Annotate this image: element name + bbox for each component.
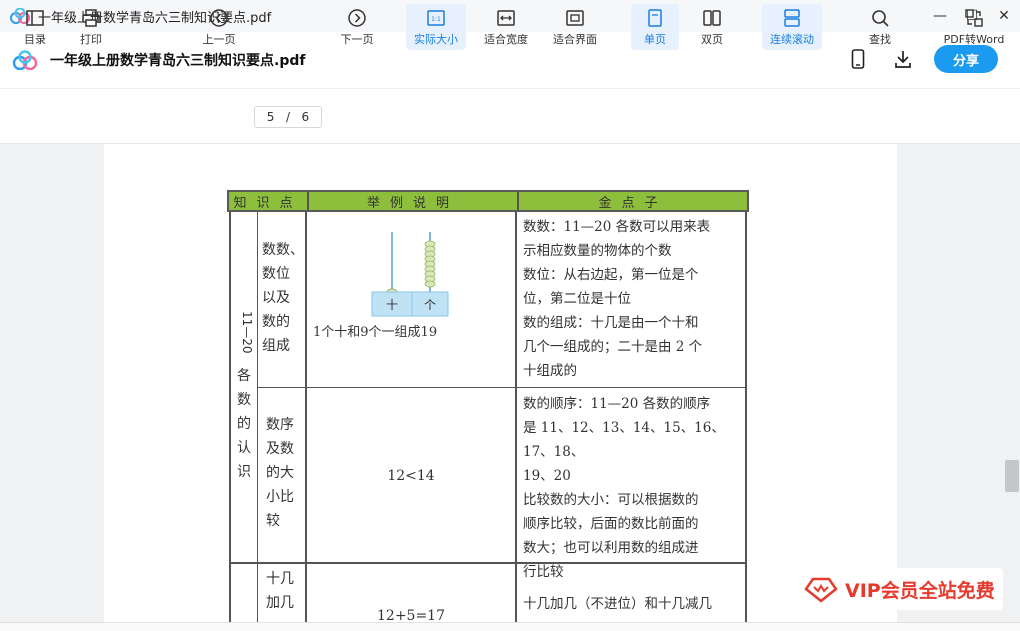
- header-tips: 金点子: [517, 192, 747, 211]
- single-page-icon: [648, 8, 662, 27]
- header-example: 举例说明: [307, 192, 517, 211]
- row3-point: 十几 加几: [266, 571, 294, 611]
- single-page-button[interactable]: 单页: [631, 4, 679, 50]
- page-total: 6: [301, 110, 310, 124]
- chevron-right-icon: [348, 8, 366, 27]
- vip-crown-icon: [804, 577, 838, 603]
- row1-tips: 数数：11—20 各数可以用来表 示相应数量的物体的个数 数位：从右边起，第一位…: [523, 219, 711, 379]
- fit-page-label: 适合界面: [553, 32, 597, 46]
- catalog-button[interactable]: 目录: [14, 4, 56, 50]
- pdf-to-word-button[interactable]: PDF转Word: [938, 4, 1010, 50]
- print-label: 打印: [80, 32, 102, 46]
- actual-size-icon: 1:1: [427, 9, 445, 26]
- catalog-icon: [26, 9, 44, 26]
- table-border-right: [745, 212, 747, 631]
- search-label: 查找: [869, 32, 891, 46]
- svg-text:1:1: 1:1: [431, 16, 441, 23]
- continuous-scroll-button[interactable]: 连续滚动: [762, 4, 822, 50]
- app-logo-icon: [12, 50, 38, 70]
- row2-example: 12<14: [387, 468, 435, 484]
- section-label: 11—20 各数的认识: [237, 310, 254, 480]
- row3-tips: 十几加几（不进位）和十几减几: [523, 596, 712, 612]
- fit-page-button[interactable]: 适合界面: [547, 4, 603, 50]
- chevron-left-icon: [210, 8, 228, 27]
- document-title: 一年级上册数学青岛六三制知识要点.pdf: [50, 53, 306, 69]
- continuous-scroll-label: 连续滚动: [770, 32, 814, 46]
- document-viewer[interactable]: [0, 144, 1020, 624]
- table-border-left: [229, 212, 231, 631]
- table-divider: [515, 212, 517, 631]
- phone-icon: [851, 49, 865, 69]
- fit-width-label: 适合宽度: [484, 32, 528, 46]
- fit-page-icon: [566, 9, 584, 26]
- convert-icon: [965, 8, 983, 27]
- actual-size-label: 实际大小: [414, 32, 458, 46]
- status-bar: [0, 622, 1020, 631]
- abacus-illustration: 十 个: [371, 232, 449, 317]
- catalog-label: 目录: [24, 32, 46, 46]
- table-divider: [305, 212, 307, 631]
- fit-width-icon: [497, 9, 515, 26]
- double-page-icon: [703, 9, 721, 26]
- actual-size-button[interactable]: 1:1 实际大小: [406, 4, 466, 50]
- row1-example: 1个十和9个一组成19: [313, 325, 438, 340]
- row-divider: [257, 387, 747, 388]
- prev-page-button[interactable]: 上一页: [196, 4, 242, 50]
- fit-width-button[interactable]: 适合宽度: [478, 4, 534, 50]
- page-separator: /: [285, 110, 290, 124]
- continuous-scroll-icon: [784, 8, 800, 27]
- page-current: 5: [266, 110, 275, 124]
- download-icon: [895, 51, 911, 68]
- toolbar: [0, 88, 1020, 144]
- page-number-input[interactable]: 5 / 6: [254, 106, 322, 128]
- vip-promo-badge[interactable]: VIP会员全站免费: [797, 568, 1003, 610]
- search-button[interactable]: 查找: [858, 4, 902, 50]
- printer-icon: [82, 8, 100, 27]
- table-divider: [257, 212, 258, 631]
- row1-point: 数数、 数位 以及 数的 组成: [262, 242, 304, 354]
- print-button[interactable]: 打印: [70, 4, 112, 50]
- abacus-ones-label: 个: [424, 298, 436, 312]
- abacus-tens-label: 十: [386, 298, 398, 312]
- double-page-button[interactable]: 双页: [690, 4, 734, 50]
- vip-promo-text: VIP会员全站免费: [845, 579, 995, 602]
- pdf-to-word-label: PDF转Word: [943, 32, 1005, 46]
- double-page-label: 双页: [701, 32, 723, 46]
- vertical-scrollbar[interactable]: [1004, 144, 1020, 614]
- single-page-label: 单页: [644, 32, 666, 46]
- next-page-label: 下一页: [340, 32, 374, 46]
- scrollbar-thumb[interactable]: [1005, 460, 1019, 492]
- search-icon: [872, 9, 889, 27]
- row2-tips: 数的顺序：11—20 各数的顺序 是 11、12、13、14、15、16、17、…: [523, 396, 725, 580]
- pdf-page: [104, 144, 897, 624]
- table-header: 知识点 举例说明 金点子: [227, 190, 749, 212]
- header-knowledge-point: 知识点: [233, 195, 303, 211]
- prev-page-label: 上一页: [202, 32, 236, 46]
- next-page-button[interactable]: 下一页: [334, 4, 380, 50]
- row2-point: 数序 及数 的大 小比 较: [266, 417, 294, 529]
